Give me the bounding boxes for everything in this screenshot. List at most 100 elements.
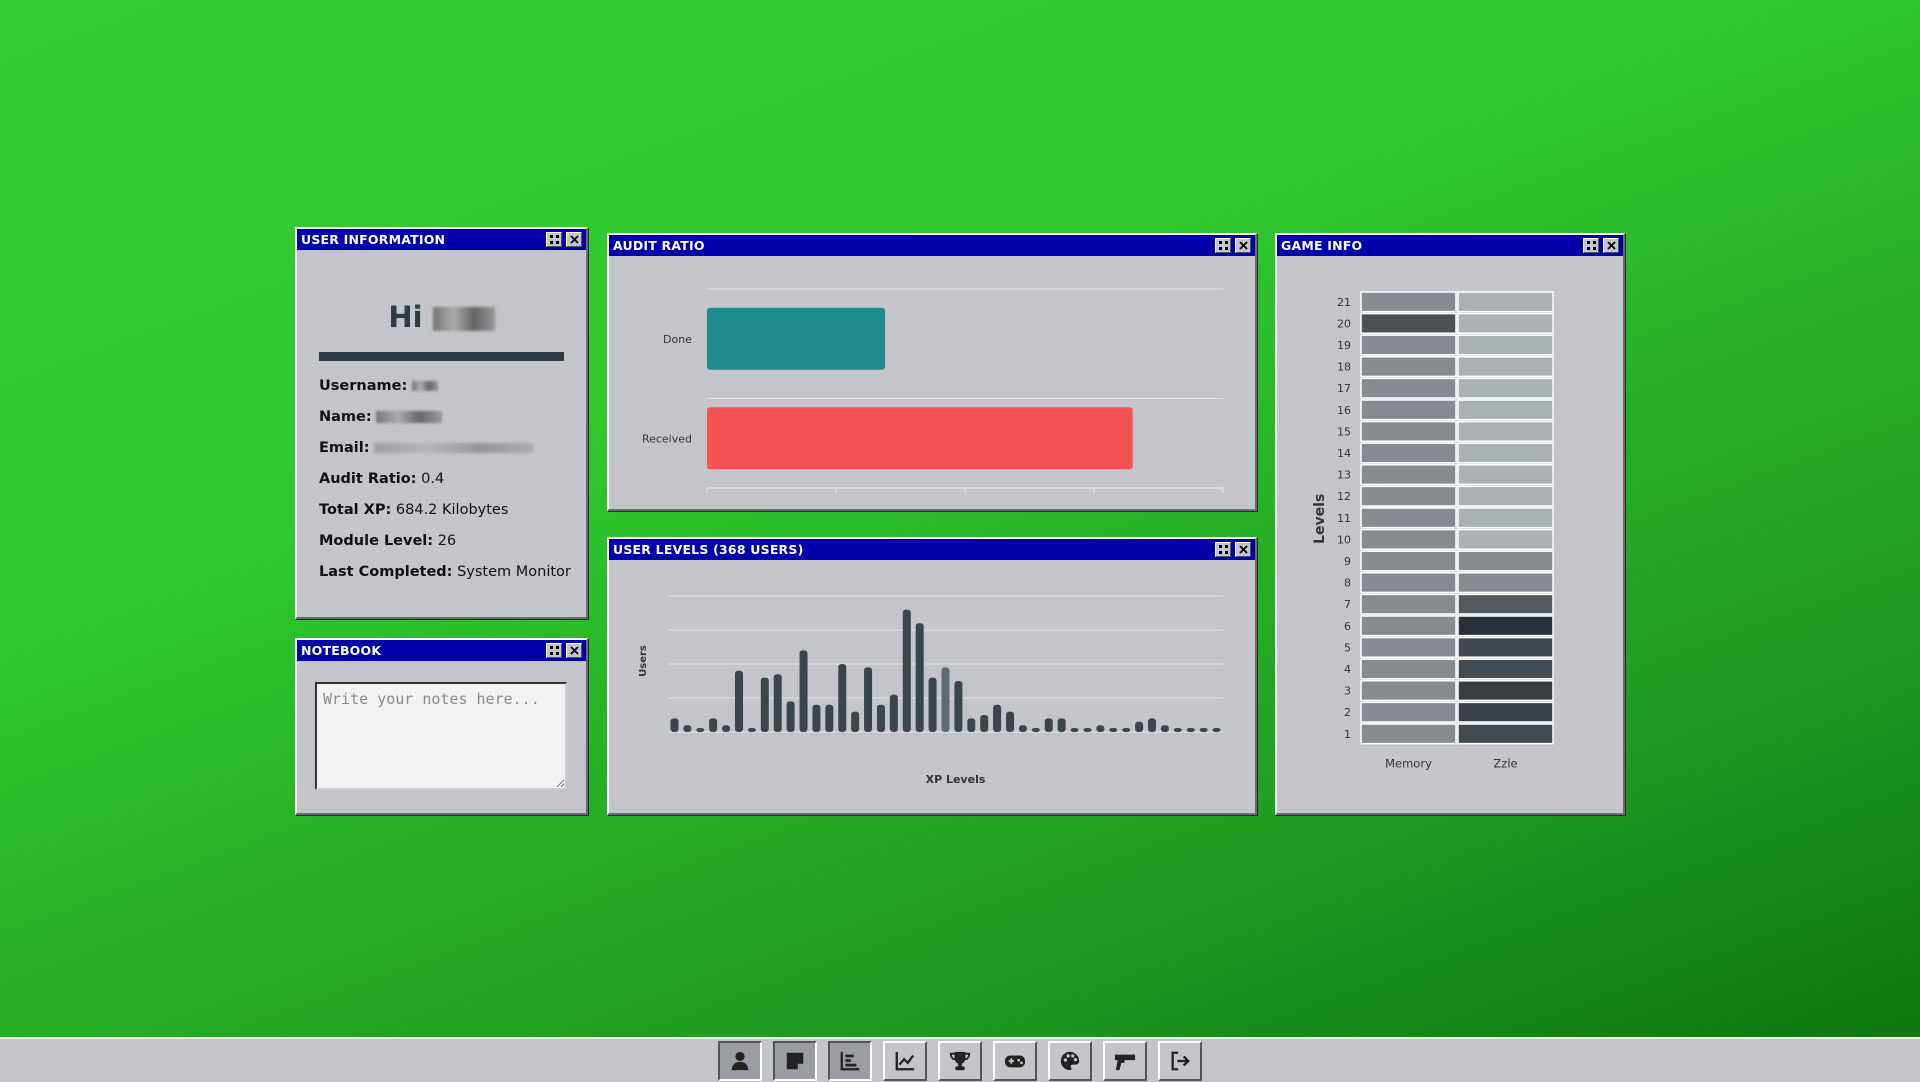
heatmap-cell [1457, 485, 1554, 507]
audit-ratio-chart: Done Received [642, 288, 1224, 493]
trophy-launcher[interactable] [938, 1040, 982, 1081]
game-titlebar[interactable]: GAME INFO [1277, 235, 1623, 256]
close-button[interactable] [1603, 238, 1619, 253]
heatmap-cell [1457, 507, 1554, 529]
level-label: 10 [1337, 533, 1351, 546]
maximize-button[interactable] [546, 643, 562, 658]
gamepad-icon [1004, 1055, 1026, 1067]
game-info-window: GAME INFO Memory Zzle 1 2 3 4 5 6 7 8 9 10 11 12 13 14 1… [1275, 233, 1625, 815]
x-axis-label: XP Levels [926, 773, 986, 786]
bar [967, 718, 976, 732]
level-label: 17 [1337, 382, 1351, 395]
level-label: 8 [1344, 577, 1351, 590]
bar [1186, 728, 1195, 732]
bar [1199, 728, 1208, 732]
close-button[interactable] [566, 643, 582, 658]
user-info-launcher[interactable] [718, 1040, 762, 1081]
bar [1212, 728, 1221, 732]
heatmap-cell [1457, 723, 1554, 745]
maximize-button[interactable] [1215, 238, 1231, 253]
levels-chart-launcher[interactable] [883, 1040, 927, 1081]
heatmap-cell [1360, 334, 1457, 356]
bar [709, 718, 718, 732]
close-button[interactable] [566, 232, 582, 247]
line-chart-icon [895, 1051, 915, 1070]
user-icon [731, 1051, 749, 1070]
heatmap-cell [1457, 420, 1554, 442]
notebook-window: NOTEBOOK [295, 638, 588, 815]
user-info-titlebar[interactable]: USER INFORMATION [297, 229, 586, 250]
field-value: 0.4 [421, 471, 445, 487]
field-value: 684.2 Kilobytes [395, 502, 509, 518]
category-label: Done [663, 333, 692, 346]
heatmap-cell [1360, 356, 1457, 378]
bar-chart-icon [840, 1051, 860, 1070]
maximize-button[interactable] [546, 232, 562, 247]
maximize-button[interactable] [1215, 542, 1231, 557]
audit-chart-launcher[interactable] [828, 1040, 872, 1081]
bar [1031, 728, 1040, 732]
heatmap-cell [1360, 680, 1457, 702]
maximize-button[interactable] [1583, 238, 1599, 253]
close-button[interactable] [1235, 238, 1251, 253]
bar [1109, 728, 1118, 732]
notes-textarea[interactable] [315, 682, 567, 790]
user-levels-chart: XP Levels Users [638, 595, 1223, 786]
user-levels-window: USER LEVELS (368 USERS) XP Levels Users [607, 537, 1257, 815]
heatmap-cell [1360, 485, 1457, 507]
redacted-name [432, 307, 495, 331]
bar [1044, 718, 1053, 732]
levels-titlebar[interactable]: USER LEVELS (368 USERS) [609, 539, 1255, 560]
level-label: 1 [1344, 728, 1351, 741]
heatmap-cell [1457, 550, 1554, 572]
y-axis-label: Users [638, 645, 649, 677]
category-label: Received [642, 432, 692, 445]
window-title: USER INFORMATION [301, 232, 446, 247]
field-label: Audit Ratio: [319, 471, 417, 487]
shooter-launcher[interactable] [1103, 1040, 1147, 1081]
bar [760, 677, 769, 732]
bar [838, 664, 847, 732]
bar [786, 701, 795, 732]
heatmap-cell [1457, 658, 1554, 680]
close-button[interactable] [1235, 542, 1251, 557]
window-title: GAME INFO [1281, 238, 1363, 253]
bar [993, 704, 1002, 732]
bar [799, 650, 808, 732]
heatmap-cell [1360, 636, 1457, 658]
audit-titlebar[interactable]: AUDIT RATIO [609, 235, 1255, 256]
bar [1135, 721, 1144, 732]
heatmap-cell [1360, 442, 1457, 464]
bar [915, 623, 924, 732]
heatmap-cell [1360, 507, 1457, 529]
y-axis-label: Levels [1312, 494, 1328, 544]
level-label: 7 [1344, 598, 1351, 611]
bar [889, 694, 898, 732]
level-label: 16 [1337, 404, 1351, 417]
heatmap-cell [1360, 550, 1457, 572]
notebook-titlebar[interactable]: NOTEBOOK [297, 640, 586, 661]
theme-launcher[interactable] [1048, 1040, 1092, 1081]
game-launcher[interactable] [993, 1040, 1037, 1081]
last-completed-row: Last Completed: System Monitor [319, 557, 571, 588]
field-label: Last Completed: [319, 564, 453, 580]
window-title: NOTEBOOK [301, 643, 382, 658]
logout-icon [1171, 1051, 1190, 1070]
bar [722, 725, 731, 732]
heatmap-cell [1457, 701, 1554, 723]
level-label: 6 [1344, 620, 1351, 633]
bar [1018, 725, 1027, 732]
greeting-text: Hi [388, 300, 423, 334]
sticky-note-icon [786, 1052, 804, 1069]
level-label: 9 [1344, 555, 1351, 568]
bar [980, 715, 989, 732]
heatmap-cell [1360, 312, 1457, 334]
heatmap-cell [1457, 291, 1554, 313]
level-label: 11 [1337, 512, 1351, 525]
level-label: 2 [1344, 706, 1351, 719]
level-label: 14 [1337, 447, 1351, 460]
notebook-launcher[interactable] [773, 1040, 817, 1081]
bar [1173, 728, 1182, 732]
logout-button[interactable] [1158, 1040, 1202, 1081]
bar [941, 667, 950, 732]
